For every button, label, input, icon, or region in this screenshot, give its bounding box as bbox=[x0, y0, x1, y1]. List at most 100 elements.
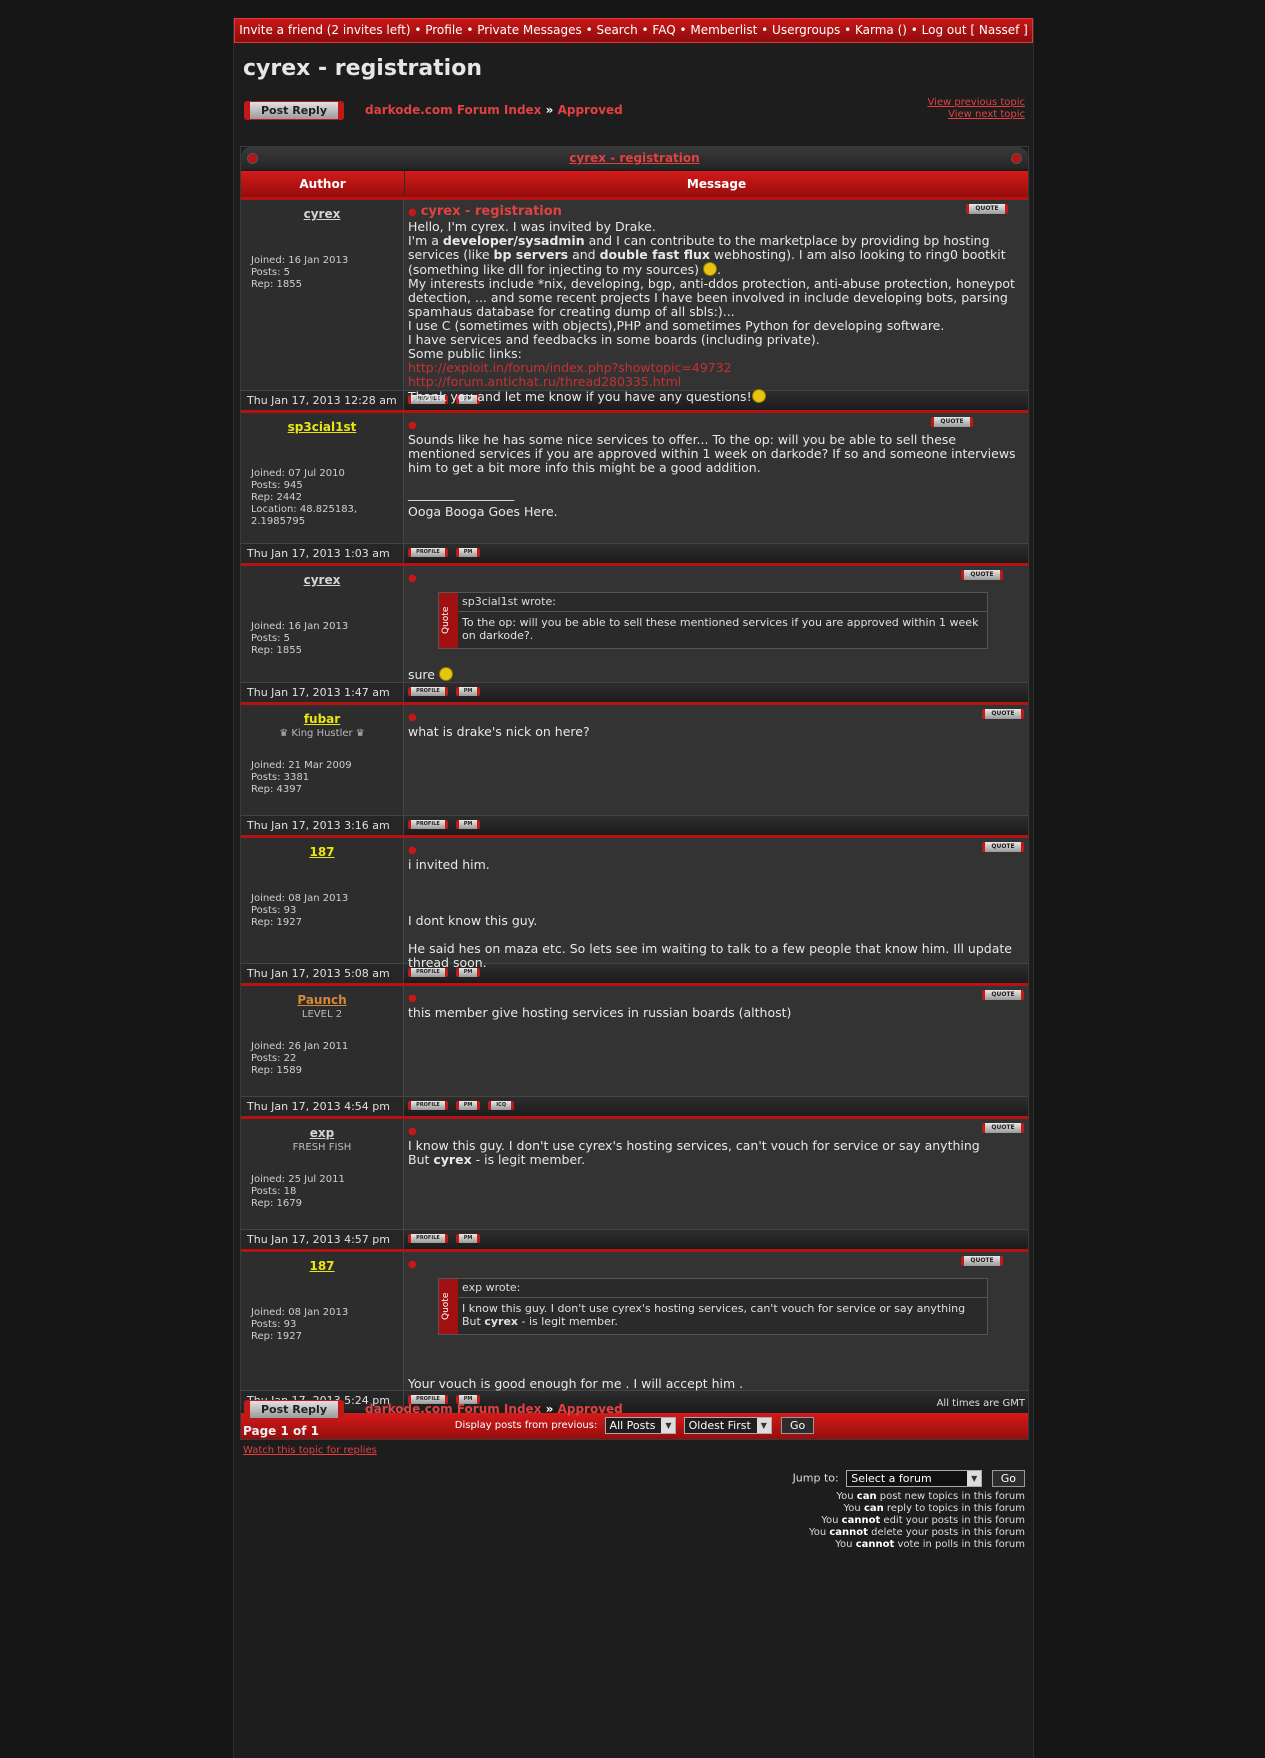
quote-button[interactable]: QUOTE bbox=[982, 709, 1024, 719]
message-line: My interests include *nix, developing, b… bbox=[408, 276, 1015, 319]
quote-button[interactable]: QUOTE bbox=[982, 1123, 1024, 1133]
post: fubar ♛ King Hustler ♛ Joined: 21 Mar 20… bbox=[241, 702, 1028, 835]
post-reply-button[interactable]: Post Reply bbox=[244, 101, 344, 120]
post-count: Posts: 93 bbox=[251, 905, 297, 916]
jump-go-button[interactable]: Go bbox=[991, 1470, 1025, 1487]
watch-topic-link[interactable]: Watch this topic for replies bbox=[243, 1445, 377, 1456]
permission-line: You can post new topics in this forum bbox=[836, 1491, 1025, 1502]
breadcrumb-forum-index[interactable]: darkode.com Forum Index bbox=[365, 103, 541, 117]
post-message: QUOTE ● Quote sp3cial1st wrote: To the o… bbox=[404, 566, 1028, 682]
post-icon: ● bbox=[408, 1126, 417, 1137]
post-reply-button-bottom[interactable]: Post Reply bbox=[244, 1400, 344, 1419]
profile-button[interactable]: PROFILE bbox=[408, 1101, 448, 1110]
joined-date: Joined: 07 Jul 2010 bbox=[251, 468, 345, 479]
signature: Ooga Booga Goes Here. bbox=[408, 504, 558, 519]
message-text: this member give hosting services in rus… bbox=[408, 1005, 792, 1020]
forum-select[interactable]: Select a forum ▼ bbox=[846, 1470, 983, 1487]
post-author-panel: exp FRESH FISH Joined: 25 Jul 2011 Posts… bbox=[241, 1119, 404, 1229]
quote-button[interactable]: QUOTE bbox=[982, 990, 1024, 1000]
profile-button[interactable]: PROFILE bbox=[408, 820, 448, 829]
profile-button[interactable]: PROFILE bbox=[408, 1234, 448, 1243]
message-text: He said hes on maza etc. So lets see im … bbox=[408, 941, 1012, 970]
post-message: QUOTE ● this member give hosting service… bbox=[404, 986, 1028, 1096]
pm-button[interactable]: PM bbox=[456, 1101, 481, 1110]
quote-button[interactable]: QUOTE bbox=[931, 417, 973, 427]
post-footer: Thu Jan 17, 2013 1:03 am PROFILE PM bbox=[241, 543, 1028, 563]
post-message: QUOTE ● i invited him. I dont know this … bbox=[404, 838, 1028, 970]
reputation: Rep: 1679 bbox=[251, 1198, 302, 1209]
quote-text: I know this guy. I don't use cyrex's hos… bbox=[462, 1302, 966, 1328]
username-link[interactable]: sp3cial1st bbox=[249, 420, 395, 434]
jump-to: Jump to: Select a forum ▼ Go bbox=[793, 1470, 1025, 1487]
username-link[interactable]: fubar bbox=[249, 712, 395, 726]
quote-button[interactable]: QUOTE bbox=[966, 204, 1008, 214]
view-previous-topic-link[interactable]: View previous topic bbox=[927, 97, 1025, 109]
icq-button[interactable]: ICQ bbox=[488, 1101, 515, 1110]
message-line: Some public links: bbox=[408, 346, 522, 361]
quote-button[interactable]: QUOTE bbox=[961, 570, 1003, 580]
username-link[interactable]: exp bbox=[249, 1126, 395, 1140]
pm-button[interactable]: PM bbox=[456, 687, 481, 696]
username-link[interactable]: Paunch bbox=[249, 993, 395, 1007]
reputation: Rep: 1589 bbox=[251, 1065, 302, 1076]
user-rank: ♛ King Hustler ♛ bbox=[279, 728, 365, 739]
quote-button[interactable]: QUOTE bbox=[982, 842, 1024, 852]
message-line: Thank you and let me know if you have an… bbox=[408, 389, 1024, 404]
post-message: QUOTE ● Quote exp wrote: I know this guy… bbox=[404, 1252, 1028, 1391]
smiley-icon bbox=[751, 389, 766, 403]
pm-button[interactable]: PM bbox=[456, 548, 481, 557]
username-link[interactable]: 187 bbox=[249, 845, 395, 859]
post-count: Posts: 18 bbox=[251, 1186, 297, 1197]
message-text: I know this guy. I don't use cyrex's hos… bbox=[408, 1138, 980, 1153]
post-date: Thu Jan 17, 2013 12:28 am bbox=[241, 391, 404, 410]
post: Paunch LEVEL 2 Joined: 26 Jan 2011 Posts… bbox=[241, 983, 1028, 1116]
post-icon: ● bbox=[408, 845, 417, 856]
page-indicator: Page 1 of 1 bbox=[243, 1424, 319, 1438]
permission-line: You cannot vote in polls in this forum bbox=[835, 1539, 1025, 1550]
smiley-icon bbox=[438, 667, 453, 681]
breadcrumb-row: Post Reply darkode.com Forum Index » App… bbox=[234, 97, 1033, 135]
smiley-icon bbox=[703, 262, 718, 276]
user-rank: LEVEL 2 bbox=[301, 1009, 343, 1020]
dropdown-arrow-icon: ▼ bbox=[967, 1471, 982, 1486]
breadcrumb-approved[interactable]: Approved bbox=[558, 1402, 623, 1416]
signature-divider: _________________ bbox=[408, 486, 515, 501]
permission-line: You cannot edit your posts in this forum bbox=[821, 1515, 1025, 1526]
user-stats: Joined: 16 Jan 2013 Posts: 5 Rep: 1855 bbox=[251, 255, 348, 291]
profile-button[interactable]: PROFILE bbox=[408, 548, 448, 557]
quote-button[interactable]: QUOTE bbox=[961, 1256, 1003, 1266]
post-date: Thu Jan 17, 2013 1:03 am bbox=[241, 544, 404, 563]
topic-title-link[interactable]: cyrex - registration bbox=[569, 151, 699, 165]
post-count: Posts: 93 bbox=[251, 1319, 297, 1330]
breadcrumb-forum-index[interactable]: darkode.com Forum Index bbox=[365, 1402, 541, 1416]
permission-line: You cannot delete your posts in this for… bbox=[808, 1527, 1025, 1538]
forum-permissions: You can post new topics in this forum Yo… bbox=[809, 1491, 1025, 1551]
message-text: But cyrex - is legit member. bbox=[408, 1152, 586, 1167]
external-link[interactable]: http://forum.antichat.ru/thread280335.ht… bbox=[408, 375, 1024, 389]
reputation: Rep: 1855 bbox=[251, 279, 302, 290]
username-link[interactable]: cyrex bbox=[249, 207, 395, 221]
username-link[interactable]: cyrex bbox=[249, 573, 395, 587]
breadcrumb-approved[interactable]: Approved bbox=[558, 103, 623, 117]
user-stats: Joined: 08 Jan 2013 Posts: 93 Rep: 1927 bbox=[251, 893, 348, 929]
post-author-panel: cyrex Joined: 16 Jan 2013 Posts: 5 Rep: … bbox=[241, 200, 404, 390]
post-author-panel: Paunch LEVEL 2 Joined: 26 Jan 2011 Posts… bbox=[241, 986, 404, 1096]
post-message: QUOTE ● Sounds like he has some nice ser… bbox=[404, 413, 1028, 543]
pm-button[interactable]: PM bbox=[456, 820, 481, 829]
pm-button[interactable]: PM bbox=[456, 1234, 481, 1243]
message-line: Hello, I'm cyrex. I was invited by Drake… bbox=[408, 219, 656, 234]
topic-navigation: View previous topic View next topic bbox=[927, 97, 1025, 121]
top-navigation[interactable]: Invite a friend (2 invites left) • Profi… bbox=[234, 18, 1033, 43]
reputation: Rep: 1927 bbox=[251, 1331, 302, 1342]
left-dot-icon bbox=[247, 153, 258, 164]
username-link[interactable]: 187 bbox=[249, 1259, 395, 1273]
post: 187 Joined: 08 Jan 2013 Posts: 93 Rep: 1… bbox=[241, 1249, 1028, 1410]
view-next-topic-link[interactable]: View next topic bbox=[927, 109, 1025, 121]
external-link[interactable]: http://exploit.in/forum/index.php?showto… bbox=[408, 361, 1024, 375]
message-text: Sounds like he has some nice services to… bbox=[408, 432, 1016, 475]
post-author-panel: cyrex Joined: 16 Jan 2013 Posts: 5 Rep: … bbox=[241, 566, 404, 682]
user-stats: Joined: 26 Jan 2011 Posts: 22 Rep: 1589 bbox=[251, 1041, 348, 1077]
post-date: Thu Jan 17, 2013 1:47 am bbox=[241, 683, 404, 702]
profile-button[interactable]: PROFILE bbox=[408, 687, 448, 696]
joined-date: Joined: 16 Jan 2013 bbox=[251, 255, 349, 266]
